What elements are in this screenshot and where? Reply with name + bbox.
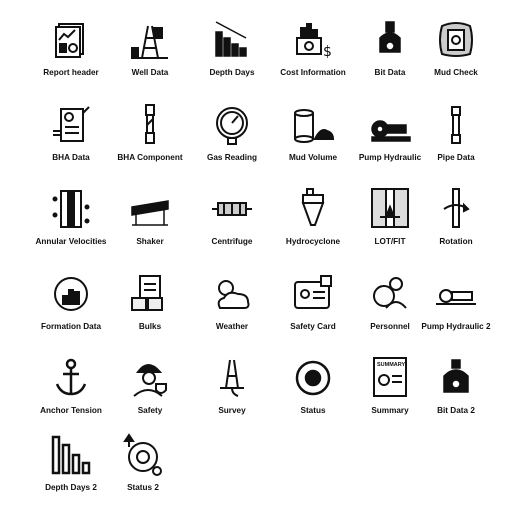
anchor-tension-icon bbox=[49, 356, 93, 400]
safety-card-tile[interactable]: Safety Card bbox=[273, 272, 353, 352]
safety-tile[interactable]: Safety bbox=[110, 356, 190, 436]
lot-fit-icon bbox=[368, 187, 412, 231]
status-2-tile[interactable]: Status 2 bbox=[103, 433, 183, 513]
centrifuge-tile[interactable]: Centrifuge bbox=[192, 187, 272, 267]
anchor-tension-tile[interactable]: Anchor Tension bbox=[31, 356, 111, 436]
bha-component-icon bbox=[128, 103, 172, 147]
pipe-data-tile[interactable]: Pipe Data bbox=[416, 103, 496, 183]
mud-volume-tile[interactable]: Mud Volume bbox=[273, 103, 353, 183]
bit-data-2-tile[interactable]: Bit Data 2 bbox=[416, 356, 496, 436]
report-header-tile[interactable]: Report header bbox=[31, 18, 111, 98]
bha-data-icon bbox=[49, 103, 93, 147]
well-data-tile[interactable]: Well Data bbox=[110, 18, 190, 98]
cost-information-tile[interactable]: $ Cost Information bbox=[273, 18, 353, 98]
summary-badge: SUMMARY bbox=[377, 362, 406, 368]
shaker-tile[interactable]: Shaker bbox=[110, 187, 190, 267]
status-icon bbox=[291, 356, 335, 400]
cost-information-icon: $ bbox=[291, 18, 335, 62]
mud-volume-icon bbox=[291, 103, 335, 147]
label: Rotation bbox=[439, 237, 473, 246]
pipe-data-icon bbox=[434, 103, 478, 147]
label: Status 2 bbox=[127, 483, 159, 492]
gas-reading-tile[interactable]: Gas Reading bbox=[192, 103, 272, 183]
summary-icon: SUMMARY bbox=[368, 356, 412, 400]
weather-tile[interactable]: Weather bbox=[192, 272, 272, 352]
shaker-icon bbox=[128, 187, 172, 231]
hydrocyclone-tile[interactable]: Hydrocyclone bbox=[273, 187, 353, 267]
survey-icon bbox=[210, 356, 254, 400]
depth-days-2-icon bbox=[49, 433, 93, 477]
status-tile[interactable]: Status bbox=[273, 356, 353, 436]
personnel-icon bbox=[368, 272, 412, 316]
survey-tile[interactable]: Survey bbox=[192, 356, 272, 436]
hydrocyclone-icon bbox=[291, 187, 335, 231]
gas-reading-icon bbox=[210, 103, 254, 147]
pump-hydraulic-2-icon bbox=[434, 272, 478, 316]
label: Mud Check bbox=[434, 68, 478, 77]
formation-data-icon bbox=[49, 272, 93, 316]
formation-data-tile[interactable]: Formation Data bbox=[31, 272, 111, 352]
svg-text:$: $ bbox=[323, 44, 332, 60]
depth-days-2-tile[interactable]: Depth Days 2 bbox=[31, 433, 111, 513]
safety-icon bbox=[128, 356, 172, 400]
mud-check-icon bbox=[434, 18, 478, 62]
bit-data-2-icon bbox=[434, 356, 478, 400]
pump-hydraulic-2-tile[interactable]: Pump Hydraulic 2 bbox=[416, 272, 496, 352]
bit-data-icon bbox=[368, 18, 412, 62]
centrifuge-icon bbox=[210, 187, 254, 231]
pump-hydraulic-icon bbox=[368, 103, 412, 147]
depth-days-tile[interactable]: Depth Days bbox=[192, 18, 272, 98]
depth-days-icon bbox=[210, 18, 254, 62]
weather-icon bbox=[210, 272, 254, 316]
label: Bit Data 2 bbox=[437, 406, 475, 415]
bha-component-tile[interactable]: BHA Component bbox=[110, 103, 190, 183]
label: Pipe Data bbox=[437, 153, 475, 162]
well-data-icon bbox=[128, 18, 172, 62]
report-header-icon bbox=[49, 18, 93, 62]
rotation-icon bbox=[434, 187, 478, 231]
annular-velocities-tile[interactable]: Annular Velocities bbox=[31, 187, 111, 267]
bha-data-tile[interactable]: BHA Data bbox=[31, 103, 111, 183]
safety-card-icon bbox=[291, 272, 335, 316]
annular-velocities-icon bbox=[49, 187, 93, 231]
bulks-icon bbox=[128, 272, 172, 316]
label: Pump Hydraulic 2 bbox=[421, 322, 491, 331]
rotation-tile[interactable]: Rotation bbox=[416, 187, 496, 267]
bulks-tile[interactable]: Bulks bbox=[110, 272, 190, 352]
mud-check-tile[interactable]: Mud Check bbox=[416, 18, 496, 98]
status-2-icon bbox=[121, 433, 165, 477]
